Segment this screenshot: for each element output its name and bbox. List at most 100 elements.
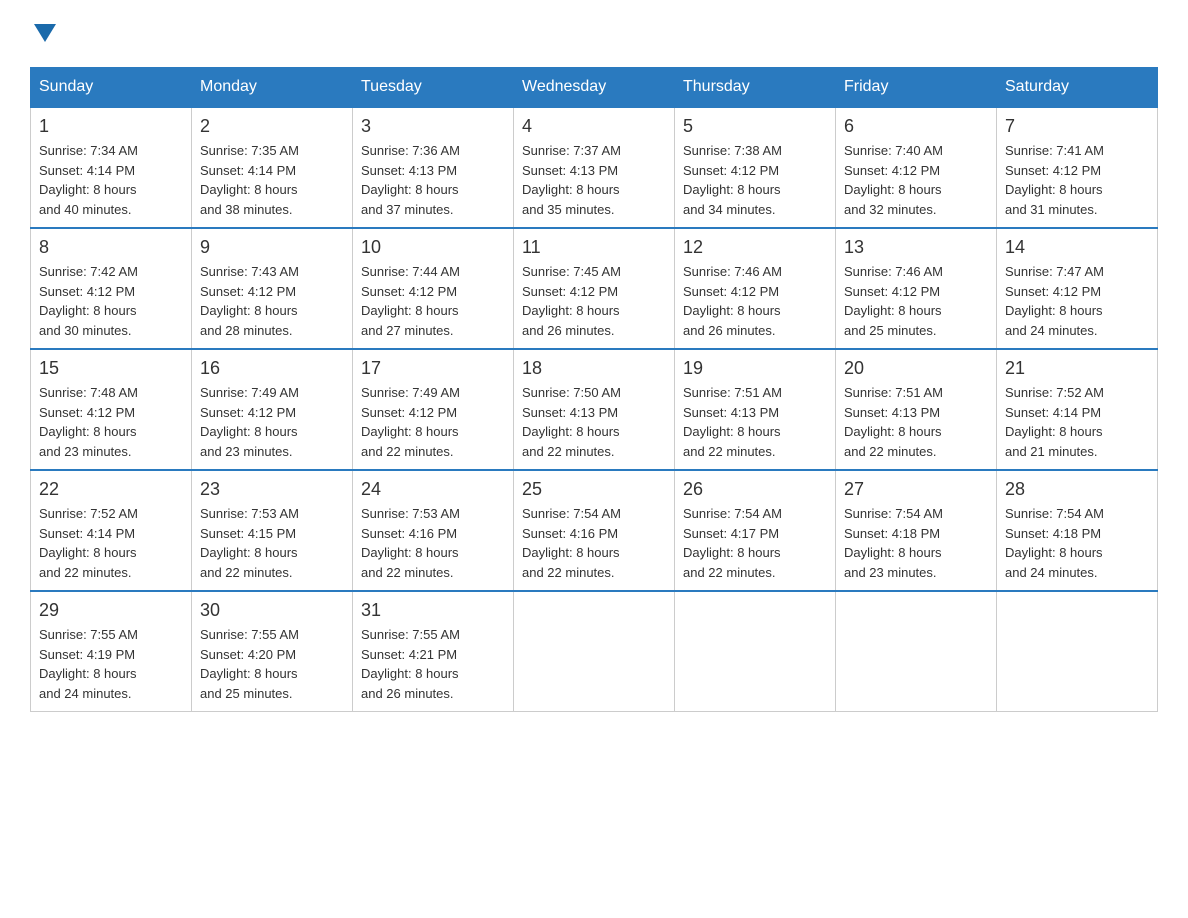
weekday-header-sunday: Sunday bbox=[31, 68, 192, 108]
day-number: 16 bbox=[200, 358, 344, 379]
day-info: Sunrise: 7:55 AM Sunset: 4:20 PM Dayligh… bbox=[200, 625, 344, 703]
day-info: Sunrise: 7:49 AM Sunset: 4:12 PM Dayligh… bbox=[200, 383, 344, 461]
day-info: Sunrise: 7:38 AM Sunset: 4:12 PM Dayligh… bbox=[683, 141, 827, 219]
calendar-cell: 28 Sunrise: 7:54 AM Sunset: 4:18 PM Dayl… bbox=[997, 470, 1158, 591]
day-number: 15 bbox=[39, 358, 183, 379]
calendar-cell: 23 Sunrise: 7:53 AM Sunset: 4:15 PM Dayl… bbox=[192, 470, 353, 591]
day-info: Sunrise: 7:46 AM Sunset: 4:12 PM Dayligh… bbox=[844, 262, 988, 340]
day-number: 13 bbox=[844, 237, 988, 258]
day-info: Sunrise: 7:54 AM Sunset: 4:18 PM Dayligh… bbox=[1005, 504, 1149, 582]
day-info: Sunrise: 7:41 AM Sunset: 4:12 PM Dayligh… bbox=[1005, 141, 1149, 219]
calendar-cell bbox=[836, 591, 997, 712]
day-number: 10 bbox=[361, 237, 505, 258]
day-number: 25 bbox=[522, 479, 666, 500]
calendar-cell: 4 Sunrise: 7:37 AM Sunset: 4:13 PM Dayli… bbox=[514, 107, 675, 228]
day-number: 19 bbox=[683, 358, 827, 379]
day-info: Sunrise: 7:46 AM Sunset: 4:12 PM Dayligh… bbox=[683, 262, 827, 340]
calendar-cell: 22 Sunrise: 7:52 AM Sunset: 4:14 PM Dayl… bbox=[31, 470, 192, 591]
calendar-cell: 25 Sunrise: 7:54 AM Sunset: 4:16 PM Dayl… bbox=[514, 470, 675, 591]
calendar-cell bbox=[997, 591, 1158, 712]
day-info: Sunrise: 7:52 AM Sunset: 4:14 PM Dayligh… bbox=[39, 504, 183, 582]
day-number: 21 bbox=[1005, 358, 1149, 379]
day-number: 31 bbox=[361, 600, 505, 621]
calendar-cell: 26 Sunrise: 7:54 AM Sunset: 4:17 PM Dayl… bbox=[675, 470, 836, 591]
week-row-2: 8 Sunrise: 7:42 AM Sunset: 4:12 PM Dayli… bbox=[31, 228, 1158, 349]
day-info: Sunrise: 7:53 AM Sunset: 4:15 PM Dayligh… bbox=[200, 504, 344, 582]
calendar-cell: 18 Sunrise: 7:50 AM Sunset: 4:13 PM Dayl… bbox=[514, 349, 675, 470]
day-number: 7 bbox=[1005, 116, 1149, 137]
day-info: Sunrise: 7:55 AM Sunset: 4:19 PM Dayligh… bbox=[39, 625, 183, 703]
calendar-cell: 17 Sunrise: 7:49 AM Sunset: 4:12 PM Dayl… bbox=[353, 349, 514, 470]
calendar-cell: 16 Sunrise: 7:49 AM Sunset: 4:12 PM Dayl… bbox=[192, 349, 353, 470]
calendar-cell: 9 Sunrise: 7:43 AM Sunset: 4:12 PM Dayli… bbox=[192, 228, 353, 349]
day-info: Sunrise: 7:45 AM Sunset: 4:12 PM Dayligh… bbox=[522, 262, 666, 340]
day-number: 29 bbox=[39, 600, 183, 621]
day-info: Sunrise: 7:35 AM Sunset: 4:14 PM Dayligh… bbox=[200, 141, 344, 219]
day-info: Sunrise: 7:49 AM Sunset: 4:12 PM Dayligh… bbox=[361, 383, 505, 461]
day-number: 20 bbox=[844, 358, 988, 379]
weekday-header-thursday: Thursday bbox=[675, 68, 836, 108]
day-number: 30 bbox=[200, 600, 344, 621]
day-number: 26 bbox=[683, 479, 827, 500]
day-info: Sunrise: 7:55 AM Sunset: 4:21 PM Dayligh… bbox=[361, 625, 505, 703]
calendar-cell: 3 Sunrise: 7:36 AM Sunset: 4:13 PM Dayli… bbox=[353, 107, 514, 228]
calendar-cell: 19 Sunrise: 7:51 AM Sunset: 4:13 PM Dayl… bbox=[675, 349, 836, 470]
day-info: Sunrise: 7:54 AM Sunset: 4:18 PM Dayligh… bbox=[844, 504, 988, 582]
day-number: 11 bbox=[522, 237, 666, 258]
weekday-header-wednesday: Wednesday bbox=[514, 68, 675, 108]
week-row-4: 22 Sunrise: 7:52 AM Sunset: 4:14 PM Dayl… bbox=[31, 470, 1158, 591]
day-info: Sunrise: 7:52 AM Sunset: 4:14 PM Dayligh… bbox=[1005, 383, 1149, 461]
calendar-cell: 15 Sunrise: 7:48 AM Sunset: 4:12 PM Dayl… bbox=[31, 349, 192, 470]
day-info: Sunrise: 7:54 AM Sunset: 4:16 PM Dayligh… bbox=[522, 504, 666, 582]
day-number: 4 bbox=[522, 116, 666, 137]
weekday-header-friday: Friday bbox=[836, 68, 997, 108]
week-row-5: 29 Sunrise: 7:55 AM Sunset: 4:19 PM Dayl… bbox=[31, 591, 1158, 712]
calendar-cell: 20 Sunrise: 7:51 AM Sunset: 4:13 PM Dayl… bbox=[836, 349, 997, 470]
calendar-cell: 7 Sunrise: 7:41 AM Sunset: 4:12 PM Dayli… bbox=[997, 107, 1158, 228]
calendar-cell: 14 Sunrise: 7:47 AM Sunset: 4:12 PM Dayl… bbox=[997, 228, 1158, 349]
day-info: Sunrise: 7:50 AM Sunset: 4:13 PM Dayligh… bbox=[522, 383, 666, 461]
calendar-cell: 13 Sunrise: 7:46 AM Sunset: 4:12 PM Dayl… bbox=[836, 228, 997, 349]
day-number: 18 bbox=[522, 358, 666, 379]
calendar-cell: 2 Sunrise: 7:35 AM Sunset: 4:14 PM Dayli… bbox=[192, 107, 353, 228]
day-info: Sunrise: 7:34 AM Sunset: 4:14 PM Dayligh… bbox=[39, 141, 183, 219]
weekday-header-row: SundayMondayTuesdayWednesdayThursdayFrid… bbox=[31, 68, 1158, 108]
logo-triangle-icon bbox=[34, 24, 56, 42]
calendar-cell: 11 Sunrise: 7:45 AM Sunset: 4:12 PM Dayl… bbox=[514, 228, 675, 349]
day-number: 12 bbox=[683, 237, 827, 258]
logo bbox=[30, 20, 56, 47]
day-info: Sunrise: 7:44 AM Sunset: 4:12 PM Dayligh… bbox=[361, 262, 505, 340]
day-number: 28 bbox=[1005, 479, 1149, 500]
calendar-cell: 29 Sunrise: 7:55 AM Sunset: 4:19 PM Dayl… bbox=[31, 591, 192, 712]
calendar-cell: 8 Sunrise: 7:42 AM Sunset: 4:12 PM Dayli… bbox=[31, 228, 192, 349]
week-row-3: 15 Sunrise: 7:48 AM Sunset: 4:12 PM Dayl… bbox=[31, 349, 1158, 470]
week-row-1: 1 Sunrise: 7:34 AM Sunset: 4:14 PM Dayli… bbox=[31, 107, 1158, 228]
day-number: 5 bbox=[683, 116, 827, 137]
calendar-cell bbox=[514, 591, 675, 712]
calendar-cell: 1 Sunrise: 7:34 AM Sunset: 4:14 PM Dayli… bbox=[31, 107, 192, 228]
day-info: Sunrise: 7:43 AM Sunset: 4:12 PM Dayligh… bbox=[200, 262, 344, 340]
day-number: 2 bbox=[200, 116, 344, 137]
day-number: 6 bbox=[844, 116, 988, 137]
page-header bbox=[30, 20, 1158, 47]
day-info: Sunrise: 7:47 AM Sunset: 4:12 PM Dayligh… bbox=[1005, 262, 1149, 340]
day-info: Sunrise: 7:42 AM Sunset: 4:12 PM Dayligh… bbox=[39, 262, 183, 340]
day-number: 22 bbox=[39, 479, 183, 500]
day-info: Sunrise: 7:54 AM Sunset: 4:17 PM Dayligh… bbox=[683, 504, 827, 582]
day-info: Sunrise: 7:53 AM Sunset: 4:16 PM Dayligh… bbox=[361, 504, 505, 582]
day-number: 8 bbox=[39, 237, 183, 258]
day-info: Sunrise: 7:37 AM Sunset: 4:13 PM Dayligh… bbox=[522, 141, 666, 219]
day-number: 17 bbox=[361, 358, 505, 379]
calendar-cell: 5 Sunrise: 7:38 AM Sunset: 4:12 PM Dayli… bbox=[675, 107, 836, 228]
weekday-header-saturday: Saturday bbox=[997, 68, 1158, 108]
day-number: 3 bbox=[361, 116, 505, 137]
calendar-cell: 31 Sunrise: 7:55 AM Sunset: 4:21 PM Dayl… bbox=[353, 591, 514, 712]
day-info: Sunrise: 7:51 AM Sunset: 4:13 PM Dayligh… bbox=[683, 383, 827, 461]
day-number: 23 bbox=[200, 479, 344, 500]
calendar-cell: 6 Sunrise: 7:40 AM Sunset: 4:12 PM Dayli… bbox=[836, 107, 997, 228]
calendar-cell: 30 Sunrise: 7:55 AM Sunset: 4:20 PM Dayl… bbox=[192, 591, 353, 712]
day-info: Sunrise: 7:48 AM Sunset: 4:12 PM Dayligh… bbox=[39, 383, 183, 461]
day-info: Sunrise: 7:36 AM Sunset: 4:13 PM Dayligh… bbox=[361, 141, 505, 219]
day-number: 14 bbox=[1005, 237, 1149, 258]
calendar-cell: 21 Sunrise: 7:52 AM Sunset: 4:14 PM Dayl… bbox=[997, 349, 1158, 470]
